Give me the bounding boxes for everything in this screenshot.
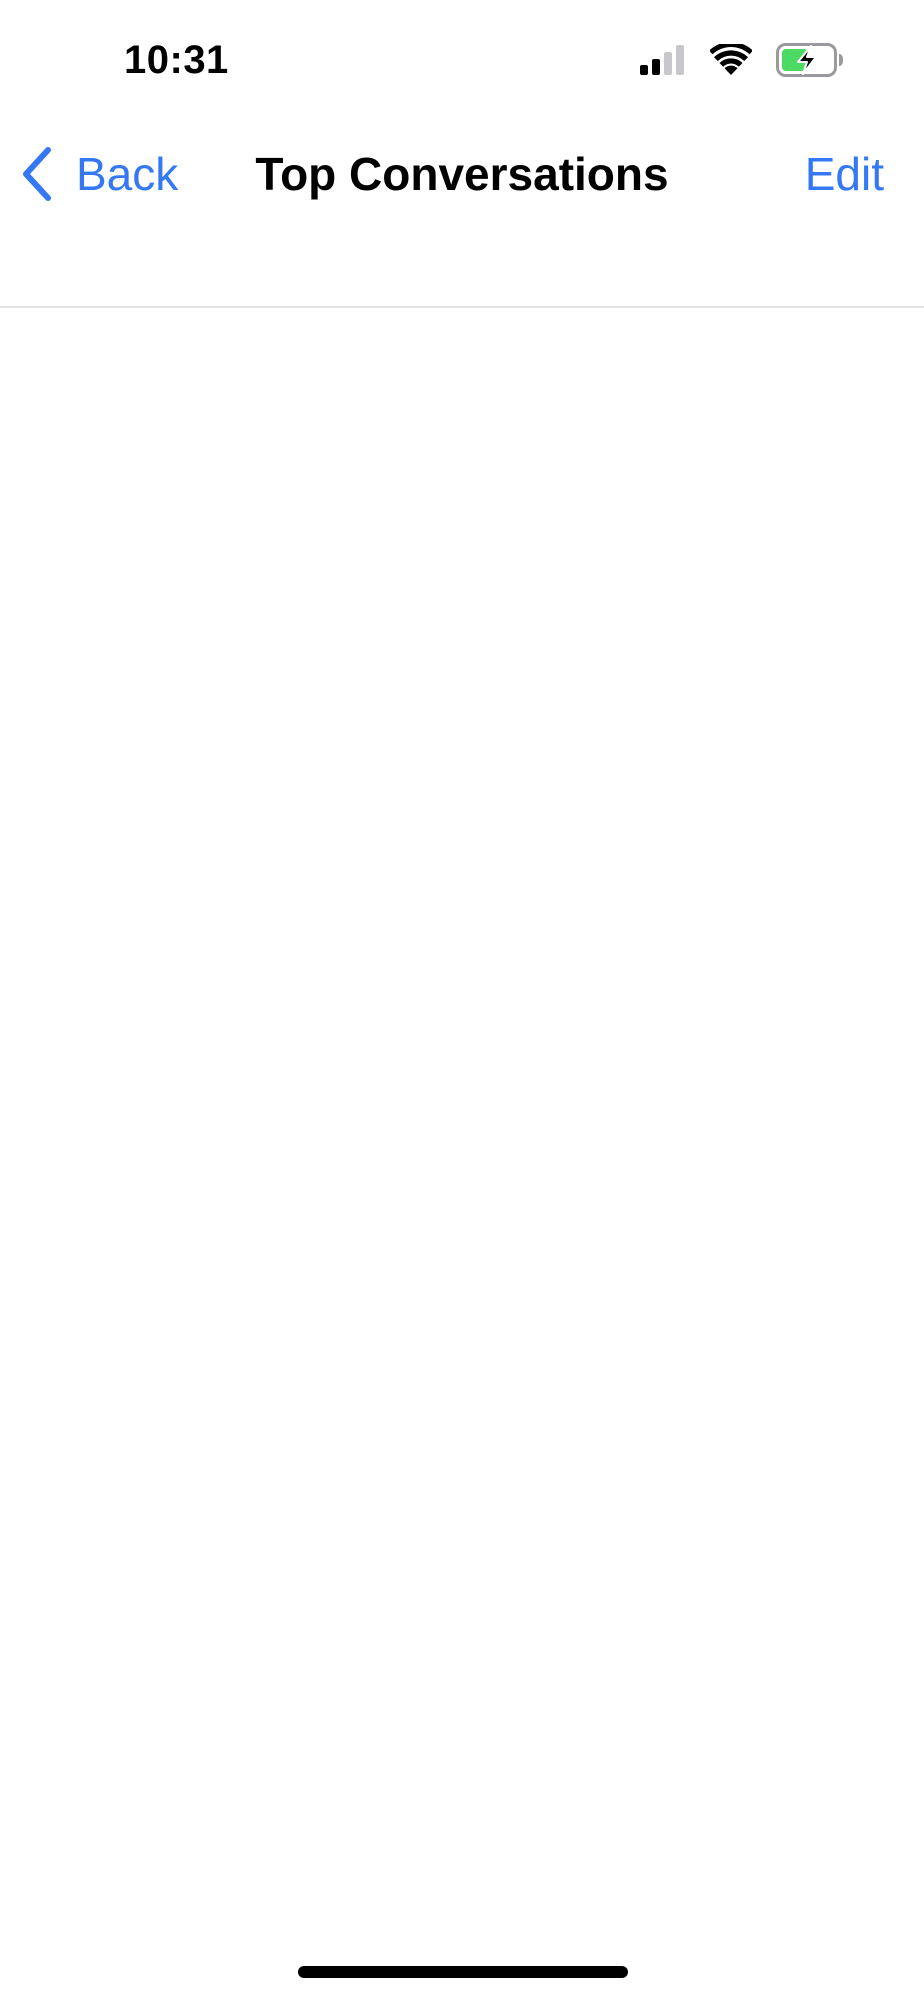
battery-charging-icon bbox=[776, 42, 844, 82]
status-bar: 10:31 bbox=[0, 0, 924, 120]
screen: 10:31 Back Top Conversations Edit bbox=[0, 0, 924, 2000]
status-time: 10:31 bbox=[124, 38, 229, 82]
wifi-icon bbox=[709, 41, 753, 81]
status-icons bbox=[640, 41, 844, 82]
back-label: Back bbox=[76, 148, 179, 200]
cellular-signal-icon bbox=[640, 44, 686, 80]
home-indicator[interactable] bbox=[298, 1966, 628, 1978]
back-button[interactable]: Back bbox=[20, 138, 178, 210]
chevron-left-icon bbox=[20, 146, 54, 202]
navigation-bar: Back Top Conversations Edit bbox=[0, 120, 924, 308]
conversations-list bbox=[0, 310, 924, 1930]
edit-button[interactable]: Edit bbox=[805, 138, 884, 210]
